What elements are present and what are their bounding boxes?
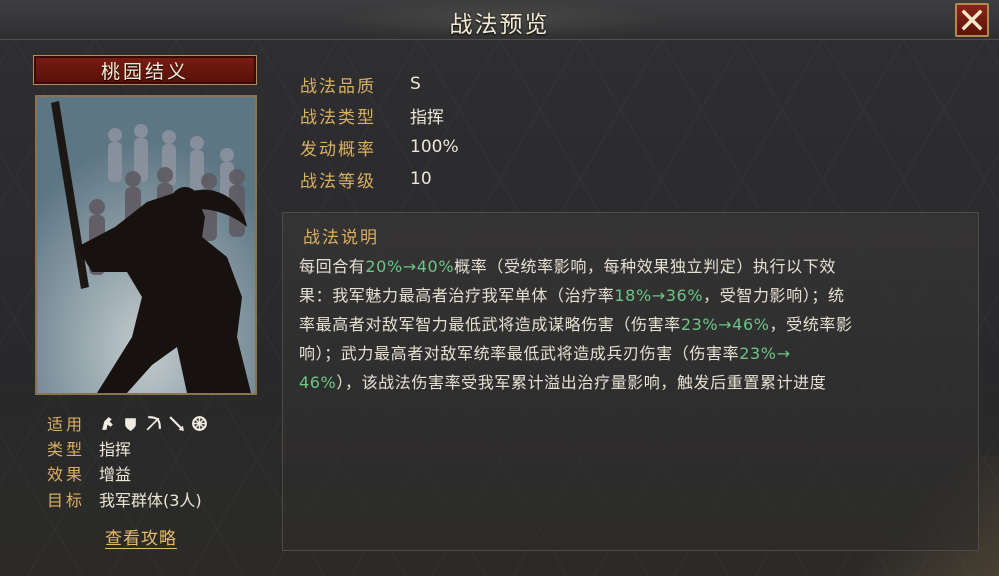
skill-card-art <box>35 95 257 395</box>
info-value: 10 <box>410 169 432 189</box>
info-value: 100% <box>410 137 459 157</box>
shield-icon <box>125 417 136 431</box>
attr-label: 类型 <box>47 440 86 459</box>
bow-icon <box>146 415 161 430</box>
description-heading: 战法说明 <box>303 228 379 248</box>
attr-row-effect: 效果 增益 <box>47 461 131 485</box>
description-line: 每回合有20%→40%概率（受统率影响，每种效果独立判定）执行以下效 <box>299 253 836 277</box>
description-text: ，受智力影响）；统 <box>703 286 845 305</box>
description-line: 率最高者对敌军智力最低武将造成谋略伤害（伤害率23%→46%，受统率影 <box>299 311 853 335</box>
description-panel: 战法说明 每回合有20%→40%概率（受统率影响，每种效果独立判定）执行以下效 … <box>282 212 979 551</box>
description-text: 果：我军魅力最高者治疗我军单体（治疗率 <box>299 286 615 305</box>
description-value-highlight: 18%→36% <box>614 286 704 305</box>
info-label: 战法类型 <box>300 107 376 128</box>
description-value-highlight: 46% <box>299 373 337 392</box>
info-row-trigger-rate: 发动概率 100% <box>300 133 459 161</box>
attr-label: 适用 <box>47 415 86 434</box>
info-label: 发动概率 <box>300 139 376 160</box>
attr-row-type: 类型 指挥 <box>47 436 131 460</box>
attr-value: 我军群体(3人) <box>99 491 202 510</box>
skill-name: 桃园结义 <box>100 60 189 83</box>
wheel-icon <box>192 415 207 431</box>
close-button[interactable] <box>955 3 989 37</box>
attr-label: 效果 <box>47 465 86 484</box>
view-guide-link[interactable]: 查看攻略 <box>105 524 177 549</box>
description-line: 果：我军魅力最高者治疗我军单体（治疗率18%→36%，受智力影响）；统 <box>299 282 845 306</box>
info-value: S <box>410 74 421 94</box>
unit-type-icons <box>99 415 208 432</box>
spear-icon <box>169 415 184 431</box>
description-line: 响）；武力最高者对敌军统率最低武将造成兵刃伤害（伤害率23%→ <box>299 340 791 364</box>
info-row-type: 战法类型 指挥 <box>300 101 444 129</box>
attr-value: 增益 <box>99 465 132 484</box>
description-value-highlight: 23%→46% <box>680 315 770 334</box>
description-text: 每回合有 <box>299 257 366 276</box>
description-text: ），该战法伤害率受我军累计溢出治疗量影响，触发后重置累计进度 <box>336 373 827 392</box>
attr-label: 目标 <box>47 491 86 510</box>
info-row-quality: 战法品质 S <box>300 70 421 98</box>
close-icon <box>961 9 983 31</box>
attr-value: 指挥 <box>99 440 132 459</box>
description-text: 率最高者对敌军智力最低武将造成谋略伤害（伤害率 <box>299 315 681 334</box>
description-line: 46%），该战法伤害率受我军累计溢出治疗量影响，触发后重置累计进度 <box>299 369 826 393</box>
window-title: 战法预览 <box>449 12 550 38</box>
info-row-level: 战法等级 10 <box>300 165 432 193</box>
cavalry-icon <box>102 416 113 430</box>
info-label: 战法等级 <box>300 171 376 192</box>
description-value-highlight: 23%→ <box>739 344 791 363</box>
description-text: 概率（受统率影响，每种效果独立判定）执行以下效 <box>454 257 836 276</box>
title-bar: 战法预览 <box>0 0 999 40</box>
attr-row-target: 目标 我军群体(3人) <box>47 487 202 511</box>
info-label: 战法品质 <box>300 76 376 97</box>
attr-row-applicable: 适用 <box>47 411 208 435</box>
description-text: ，受统率影 <box>769 315 853 334</box>
description-value-highlight: 20%→40% <box>365 257 455 276</box>
info-value: 指挥 <box>410 107 444 128</box>
description-text: 响）；武力最高者对敌军统率最低武将造成兵刃伤害（伤害率 <box>299 344 740 363</box>
skill-name-banner: 桃园结义 <box>33 55 257 85</box>
